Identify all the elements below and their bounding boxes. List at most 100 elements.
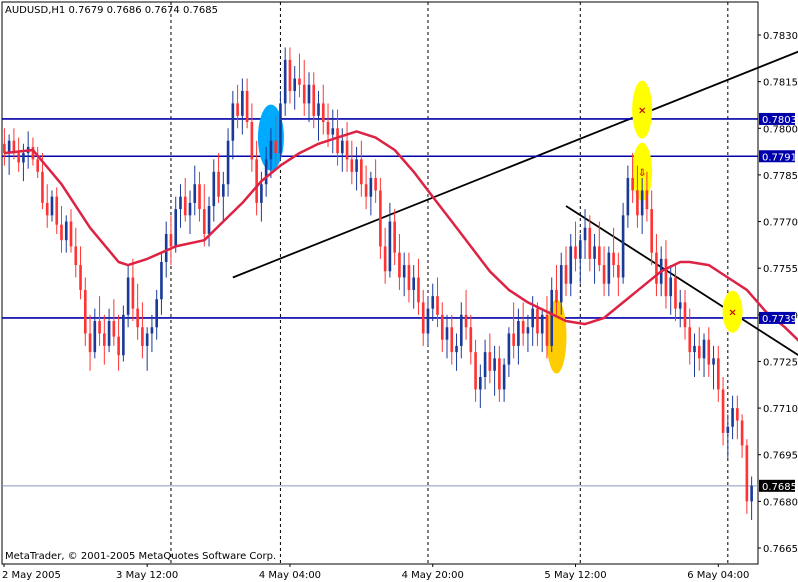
candle-body-44 bbox=[212, 171, 216, 206]
candle-body-145 bbox=[693, 345, 696, 353]
candle-body-50 bbox=[241, 90, 244, 116]
candle-body-21 bbox=[103, 333, 106, 346]
candle-body-80 bbox=[383, 246, 387, 272]
candle-body-26 bbox=[126, 277, 130, 315]
candle-body-90 bbox=[431, 296, 435, 309]
candle-body-19 bbox=[93, 321, 97, 353]
candle-body-101 bbox=[483, 352, 487, 377]
candle-body-18 bbox=[88, 333, 92, 353]
candle-body-12 bbox=[60, 224, 63, 241]
candle-body-124 bbox=[593, 246, 596, 259]
candle-body-134 bbox=[640, 190, 644, 216]
x-tick-label-5: 6 May 04:00 bbox=[687, 570, 749, 581]
candle-body-8 bbox=[41, 171, 44, 203]
candle-body-73 bbox=[350, 159, 354, 172]
candle-body-32 bbox=[155, 299, 158, 328]
candle-body-4 bbox=[22, 153, 25, 163]
candle-body-39 bbox=[188, 202, 192, 216]
candle-body-17 bbox=[83, 289, 87, 334]
candle-body-104 bbox=[498, 358, 501, 390]
candle-body-47 bbox=[226, 140, 230, 185]
candle-body-79 bbox=[379, 190, 382, 247]
chart-background bbox=[0, 0, 798, 582]
candle-body-153 bbox=[731, 408, 734, 427]
candle-body-35 bbox=[169, 233, 173, 247]
candle-body-62 bbox=[298, 78, 301, 85]
candle-body-24 bbox=[117, 336, 120, 356]
candle-body-103 bbox=[493, 358, 496, 371]
y-tick-label-7: 0.7770 bbox=[763, 218, 798, 229]
candle-body-131 bbox=[626, 178, 630, 216]
marker-label-1: × bbox=[638, 106, 646, 117]
candle-body-83 bbox=[398, 252, 401, 278]
candle-body-29 bbox=[141, 327, 144, 346]
candle-body-126 bbox=[602, 265, 606, 284]
candle-body-143 bbox=[683, 302, 687, 328]
candle-body-137 bbox=[655, 252, 658, 284]
candle-body-150 bbox=[716, 358, 720, 390]
candle-body-140 bbox=[669, 277, 673, 297]
candle-body-120 bbox=[574, 246, 577, 259]
candle-body-69 bbox=[331, 128, 335, 135]
y-tick-label-8: 0.7785 bbox=[763, 171, 798, 182]
candle-body-76 bbox=[364, 184, 368, 197]
candle-body-85 bbox=[407, 265, 411, 290]
candle-body-25 bbox=[122, 314, 125, 356]
candle-body-74 bbox=[355, 159, 358, 172]
candle-body-53 bbox=[255, 159, 258, 203]
candle-body-36 bbox=[174, 209, 178, 247]
candle-body-33 bbox=[160, 261, 163, 300]
candle-body-67 bbox=[321, 103, 325, 123]
candle-body-20 bbox=[98, 321, 101, 334]
candle-body-72 bbox=[345, 140, 349, 160]
candle-body-58 bbox=[279, 103, 282, 154]
candle-body-121 bbox=[578, 240, 582, 259]
candle-body-38 bbox=[183, 196, 187, 216]
candle-body-82 bbox=[393, 221, 396, 253]
candle-body-89 bbox=[426, 308, 430, 334]
candle-body-63 bbox=[302, 84, 306, 104]
candle-body-16 bbox=[79, 265, 82, 290]
candle-body-45 bbox=[217, 171, 220, 197]
candle-body-27 bbox=[131, 277, 135, 309]
candle-body-31 bbox=[150, 327, 154, 334]
candle-body-3 bbox=[17, 153, 20, 163]
candle-body-127 bbox=[607, 252, 611, 284]
candle-body-132 bbox=[631, 178, 634, 191]
candle-body-119 bbox=[569, 246, 573, 284]
candle-body-70 bbox=[336, 128, 339, 154]
candle-body-41 bbox=[198, 184, 201, 210]
candle-body-14 bbox=[69, 221, 73, 247]
watermark: MetaTrader, © 2001-2005 MetaQuotes Softw… bbox=[5, 551, 276, 562]
candle-body-111 bbox=[531, 308, 534, 328]
candle-body-10 bbox=[50, 196, 54, 216]
candle-body-100 bbox=[479, 377, 482, 390]
candle-body-139 bbox=[664, 258, 668, 297]
candle-body-51 bbox=[245, 90, 249, 123]
candle-body-98 bbox=[469, 327, 473, 353]
candle-body-57 bbox=[274, 140, 277, 154]
candle-body-107 bbox=[512, 333, 515, 346]
candle-body-102 bbox=[488, 352, 492, 371]
candle-body-87 bbox=[417, 277, 420, 303]
candle-body-28 bbox=[136, 308, 139, 328]
candle-body-81 bbox=[388, 221, 392, 272]
candle-body-77 bbox=[369, 178, 373, 197]
y-tick-label-0: 0.7665 bbox=[763, 544, 798, 555]
candle-body-9 bbox=[45, 202, 49, 216]
candle-body-60 bbox=[288, 59, 292, 91]
candle-body-61 bbox=[293, 78, 297, 91]
candle-body-106 bbox=[507, 333, 511, 365]
candle-body-155 bbox=[740, 420, 744, 446]
chart-title: AUDUSD,H1 0.7679 0.7686 0.7674 0.7685 bbox=[5, 5, 218, 16]
candle-body-113 bbox=[540, 314, 544, 334]
x-tick-label-4: 5 May 12:00 bbox=[544, 570, 606, 581]
candle-body-68 bbox=[326, 122, 330, 135]
candle-body-78 bbox=[374, 178, 377, 191]
candle-body-109 bbox=[521, 321, 525, 334]
candle-body-114 bbox=[545, 314, 549, 346]
candle-body-105 bbox=[502, 364, 506, 390]
candle-body-147 bbox=[702, 339, 706, 359]
candle-body-49 bbox=[236, 103, 239, 116]
candle-body-55 bbox=[264, 159, 268, 185]
